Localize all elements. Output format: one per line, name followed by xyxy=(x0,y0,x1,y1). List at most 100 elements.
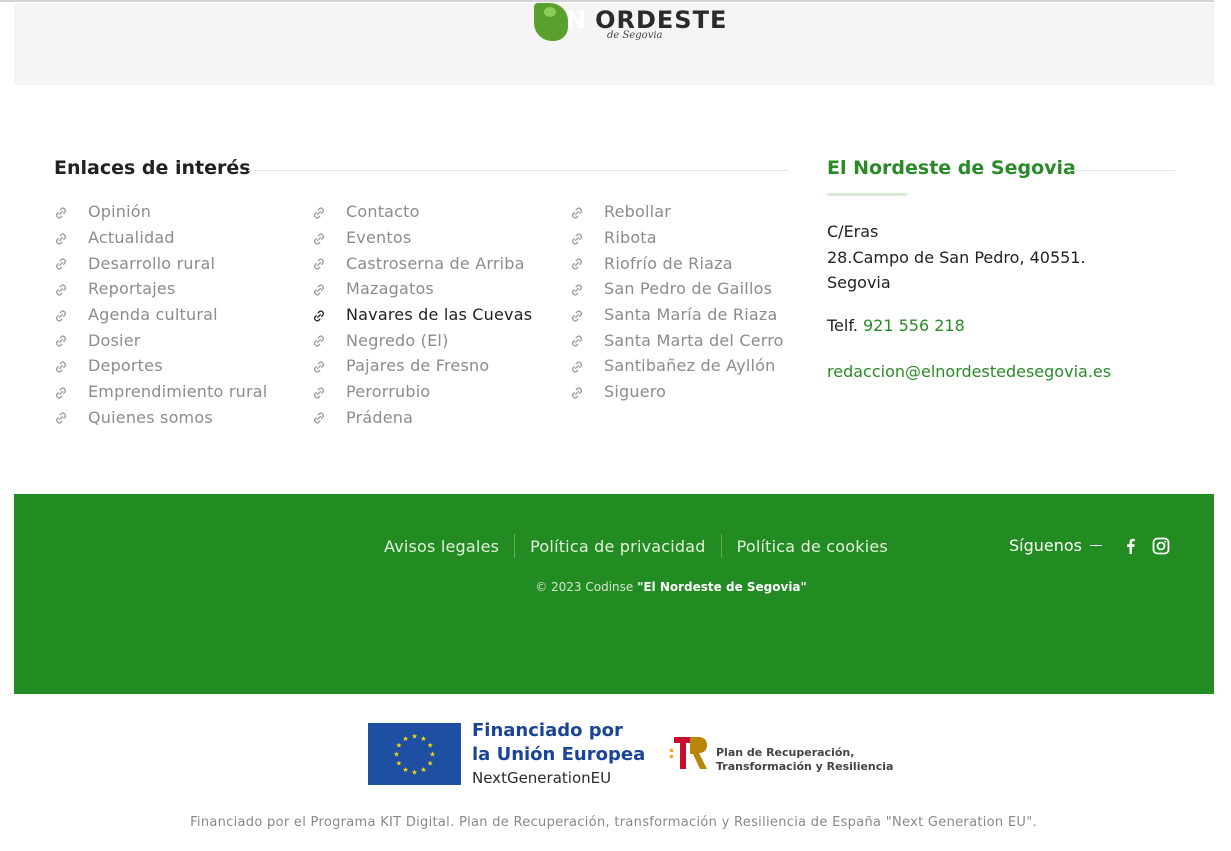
link-item[interactable]: Contacto xyxy=(312,199,532,225)
scrollbar-gutter xyxy=(1214,0,1231,851)
legal-notice-link[interactable]: Avisos legales xyxy=(369,537,514,556)
link-item[interactable]: Actualidad xyxy=(54,225,267,251)
link-label[interactable]: Prádena xyxy=(346,408,413,427)
link-icon xyxy=(312,333,326,347)
link-label[interactable]: Quienes somos xyxy=(88,408,213,427)
link-item[interactable]: Negredo (El) xyxy=(312,327,532,353)
link-icon xyxy=(570,333,584,347)
link-icon xyxy=(54,282,68,296)
link-icon xyxy=(312,231,326,245)
link-label[interactable]: Negredo (El) xyxy=(346,331,449,350)
email-link[interactable]: redaccion@elnordestedesegovia.es xyxy=(827,362,1111,381)
eu-line-2: la Unión Europea xyxy=(472,744,646,765)
site-logo[interactable]: N ORDESTE de Segovia xyxy=(532,3,726,45)
facebook-icon[interactable] xyxy=(1122,537,1140,555)
link-label[interactable]: Agenda cultural xyxy=(88,305,218,324)
link-icon xyxy=(570,308,584,322)
eu-star: ★ xyxy=(402,735,408,743)
link-label[interactable]: Santibañez de Ayllón xyxy=(604,356,775,375)
link-item[interactable]: Eventos xyxy=(312,225,532,251)
link-label[interactable]: Siguero xyxy=(604,382,666,401)
link-item[interactable]: Castroserna de Arriba xyxy=(312,250,532,276)
link-label[interactable]: Deportes xyxy=(88,356,163,375)
telephone-link[interactable]: 921 556 218 xyxy=(863,316,965,335)
link-item[interactable]: Agenda cultural xyxy=(54,302,267,328)
legal-links: Avisos legales Política de privacidad Po… xyxy=(369,534,903,558)
eu-flag-icon: ★ ★ ★ ★ ★ ★ ★ ★ ★ ★ ★ ★ xyxy=(368,723,461,785)
link-label[interactable]: Opinión xyxy=(88,202,151,221)
link-label[interactable]: Mazagatos xyxy=(346,279,434,298)
link-item[interactable]: Quienes somos xyxy=(54,405,267,431)
cookie-policy-link[interactable]: Política de cookies xyxy=(722,537,903,556)
footer: Avisos legales Política de privacidad Po… xyxy=(14,494,1214,694)
link-item[interactable]: Desarrollo rural xyxy=(54,250,267,276)
link-label[interactable]: Contacto xyxy=(346,202,420,221)
kit-digital-note: Financiado por el Programa KIT Digital. … xyxy=(190,815,1037,830)
link-icon xyxy=(54,385,68,399)
link-item[interactable]: Mazagatos xyxy=(312,276,532,302)
link-item[interactable]: Santa María de Riaza xyxy=(570,302,784,328)
telephone: Telf. 921 556 218 xyxy=(827,316,965,335)
links-title-rule xyxy=(248,170,788,171)
link-item[interactable]: Deportes xyxy=(54,353,267,379)
link-label[interactable]: Dosier xyxy=(88,331,141,350)
link-label[interactable]: Eventos xyxy=(346,228,411,247)
link-label[interactable]: Perorrubio xyxy=(346,382,430,401)
privacy-policy-link[interactable]: Política de privacidad xyxy=(515,537,720,556)
follow-label: Síguenos xyxy=(1009,536,1083,555)
link-label[interactable]: Navares de las Cuevas xyxy=(346,305,532,324)
link-item[interactable]: Perorrubio xyxy=(312,379,532,405)
logo-leaf-icon xyxy=(534,3,568,41)
link-label[interactable]: Emprendimiento rural xyxy=(88,382,267,401)
link-item[interactable]: Dosier xyxy=(54,327,267,353)
telephone-label: Telf. xyxy=(827,316,858,335)
link-icon xyxy=(54,256,68,270)
link-item[interactable]: Emprendimiento rural xyxy=(54,379,267,405)
link-icon xyxy=(54,205,68,219)
links-column-1: Opinión Actualidad Desarrollo rural Reporta… xyxy=(54,199,267,430)
copyright-name: "El Nordeste de Segovia" xyxy=(637,580,807,594)
link-item[interactable]: Ribota xyxy=(570,225,784,251)
link-item[interactable]: Rebollar xyxy=(570,199,784,225)
prtr-logo-icon xyxy=(668,735,710,771)
link-label[interactable]: Actualidad xyxy=(88,228,175,247)
link-label[interactable]: Desarrollo rural xyxy=(88,254,215,273)
link-icon xyxy=(570,231,584,245)
link-item[interactable]: Prádena xyxy=(312,405,532,431)
link-icon xyxy=(54,410,68,424)
link-item[interactable]: Navares de las Cuevas xyxy=(312,302,532,328)
eu-star: ★ xyxy=(411,733,417,741)
window-top-border xyxy=(0,0,1231,2)
link-label[interactable]: Rebollar xyxy=(604,202,671,221)
link-label[interactable]: Santa Marta del Cerro xyxy=(604,331,784,350)
eu-star: ★ xyxy=(429,751,435,759)
link-item[interactable]: Siguero xyxy=(570,379,784,405)
link-item[interactable]: Riofrío de Riaza xyxy=(570,250,784,276)
instagram-icon[interactable] xyxy=(1152,537,1170,555)
link-label[interactable]: Santa María de Riaza xyxy=(604,305,777,324)
eu-star: ★ xyxy=(396,742,402,750)
link-label[interactable]: Castroserna de Arriba xyxy=(346,254,525,273)
follow-dash xyxy=(1090,545,1103,546)
link-icon xyxy=(312,256,326,270)
link-icon xyxy=(570,282,584,296)
prtr-line-1: Plan de Recuperación, xyxy=(716,746,855,759)
link-label[interactable]: Riofrío de Riaza xyxy=(604,254,733,273)
link-label[interactable]: Pajares de Fresno xyxy=(346,356,489,375)
link-icon xyxy=(54,359,68,373)
link-icon xyxy=(570,359,584,373)
link-icon xyxy=(54,231,68,245)
link-item[interactable]: Pajares de Fresno xyxy=(312,353,532,379)
link-label[interactable]: Reportajes xyxy=(88,279,175,298)
link-label[interactable]: San Pedro de Gaillos xyxy=(604,279,772,298)
link-item[interactable]: Reportajes xyxy=(54,276,267,302)
link-item[interactable]: Opinión xyxy=(54,199,267,225)
link-item[interactable]: Santa Marta del Cerro xyxy=(570,327,784,353)
link-item[interactable]: Santibañez de Ayllón xyxy=(570,353,784,379)
copyright: © 2023 Codinse "El Nordeste de Segovia" xyxy=(14,580,1231,594)
contact-title-rule xyxy=(1071,170,1175,171)
link-icon xyxy=(312,205,326,219)
link-item[interactable]: San Pedro de Gaillos xyxy=(570,276,784,302)
links-title: Enlaces de interés xyxy=(54,157,251,179)
link-label[interactable]: Ribota xyxy=(604,228,657,247)
